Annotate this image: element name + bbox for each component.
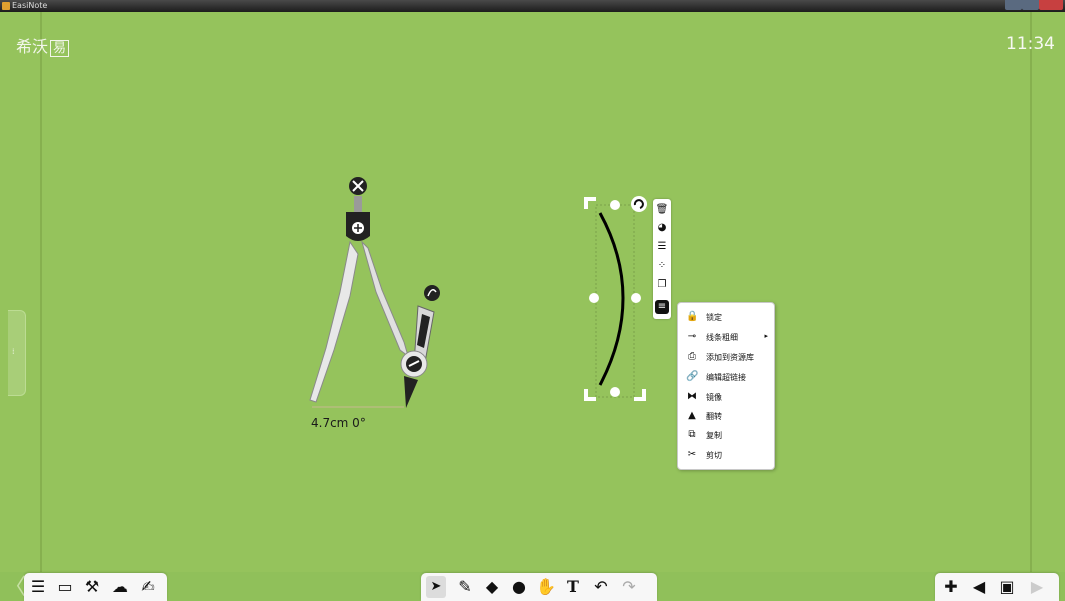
compass-move-icon[interactable] bbox=[352, 222, 364, 234]
compass-rotate-icon[interactable] bbox=[424, 285, 440, 301]
menu-item-copy[interactable]: ⧉ 复制 bbox=[678, 426, 774, 445]
clock: 11:34 bbox=[1006, 34, 1055, 54]
display-icon[interactable]: ▭ bbox=[55, 576, 75, 598]
menu-item-edit-hyperlink[interactable]: 🔗 编辑超链接 bbox=[678, 368, 774, 387]
dock-center: ➤ ✎ ◆ ● ✋ T ↶ ↷ bbox=[421, 573, 657, 601]
rotate-handle-icon[interactable] bbox=[631, 196, 647, 212]
menu-item-label: 复制 bbox=[706, 431, 722, 440]
grip-icon: ⁞ bbox=[12, 347, 15, 356]
arc-curve[interactable] bbox=[598, 212, 625, 386]
mirror-icon: ⧓ bbox=[687, 391, 697, 402]
text-icon[interactable]: T bbox=[563, 576, 583, 598]
whiteboard-canvas[interactable] bbox=[0, 12, 1065, 572]
menu-item-flip[interactable]: ▲ 翻转 bbox=[678, 407, 774, 426]
line-weight-icon: ⊸ bbox=[687, 331, 697, 342]
page-number-icon[interactable]: ▣ bbox=[997, 576, 1017, 598]
dock-right: ✚ ◀ ▣ ▶ bbox=[935, 573, 1059, 601]
menu-icon[interactable]: ☰ bbox=[28, 576, 48, 598]
compass-right-leg[interactable] bbox=[361, 240, 409, 358]
align-icon[interactable]: ☰ bbox=[655, 240, 669, 254]
pen-icon[interactable]: ✎ bbox=[455, 576, 475, 598]
menu-item-label: 添加到资源库 bbox=[706, 353, 754, 362]
selected-arc-shape[interactable] bbox=[582, 195, 650, 407]
add-page-icon[interactable]: ✚ bbox=[941, 576, 961, 598]
submenu-arrow-icon: ▸ bbox=[764, 332, 768, 340]
undo-icon[interactable]: ↶ bbox=[591, 576, 611, 598]
delete-icon[interactable]: 🗑 bbox=[655, 203, 669, 217]
minimize-button[interactable] bbox=[1005, 0, 1022, 10]
resize-handle-bottom-left[interactable] bbox=[584, 389, 596, 401]
compass-tool[interactable] bbox=[290, 172, 450, 412]
menu-item-label: 锁定 bbox=[706, 313, 722, 322]
maximize-button[interactable] bbox=[1022, 0, 1039, 10]
next-page-icon[interactable]: ▶ bbox=[1027, 576, 1047, 598]
menu-item-lock[interactable]: 🔒 锁定 bbox=[678, 308, 774, 327]
lock-icon: 🔒 bbox=[686, 311, 699, 322]
close-window-button[interactable] bbox=[1039, 0, 1063, 10]
cut-icon: ✂ bbox=[687, 449, 697, 460]
shape-icon[interactable]: ● bbox=[509, 576, 529, 598]
logo-text: 希沃 bbox=[16, 37, 49, 56]
menu-item-mirror[interactable]: ⧓ 镜像 bbox=[678, 388, 774, 407]
compass-swing-icon[interactable] bbox=[400, 350, 428, 378]
window-titlebar: EasiNote bbox=[0, 0, 1065, 12]
palette-icon[interactable]: ◕ bbox=[655, 221, 669, 235]
hand-icon[interactable]: ✋ bbox=[536, 576, 556, 598]
menu-item-label: 编辑超链接 bbox=[706, 373, 746, 382]
menu-item-label: 翻转 bbox=[706, 412, 722, 421]
resize-handle-left[interactable] bbox=[589, 293, 599, 303]
compass-pencil-tip bbox=[404, 376, 418, 408]
app-icon bbox=[2, 2, 10, 10]
window-title: EasiNote bbox=[12, 1, 48, 10]
compass-left-leg[interactable] bbox=[309, 240, 359, 403]
copy-icon: ⧉ bbox=[688, 429, 696, 440]
selection-box bbox=[595, 204, 635, 398]
resize-handle-top[interactable] bbox=[610, 200, 620, 210]
hyperlink-icon: 🔗 bbox=[686, 371, 699, 382]
menu-item-add-to-library[interactable]: ⎙ 添加到资源库 bbox=[678, 348, 774, 367]
compass-close-icon[interactable] bbox=[349, 177, 367, 195]
clone-icon[interactable]: ❐ bbox=[655, 278, 669, 292]
redo-icon[interactable]: ↷ bbox=[619, 576, 639, 598]
resize-handle-bottom-right[interactable] bbox=[634, 389, 646, 401]
compass-hinge bbox=[354, 196, 362, 212]
points-icon[interactable]: ⁘ bbox=[655, 259, 669, 273]
menu-item-label: 线条粗细 bbox=[706, 333, 738, 342]
brand-logo: 希沃易 bbox=[16, 33, 70, 57]
menu-item-cut[interactable]: ✂ 剪切 bbox=[678, 446, 774, 465]
eraser-icon[interactable]: ◆ bbox=[482, 576, 502, 598]
more-menu-icon[interactable]: ≡ bbox=[655, 300, 669, 314]
object-toolbar: 🗑 ◕ ☰ ⁘ ❐ ≡ bbox=[653, 199, 671, 319]
menu-item-line-weight[interactable]: ⊸ 线条粗细 ▸ bbox=[678, 328, 774, 347]
side-panel-handle[interactable]: ⁞ bbox=[8, 310, 26, 396]
menu-item-label: 剪切 bbox=[706, 451, 722, 460]
pointer-icon[interactable]: ➤ bbox=[426, 576, 446, 598]
context-menu: 🔒 锁定 ⊸ 线条粗细 ▸ ⎙ 添加到资源库 🔗 编辑超链接 ⧓ 镜像 ▲ 翻转… bbox=[677, 302, 775, 470]
left-margin-guide bbox=[40, 12, 42, 572]
dock-left: ☰ ▭ ⚒ ☁ ✍ bbox=[24, 573, 167, 601]
add-to-library-icon: ⎙ bbox=[688, 351, 696, 362]
cloud-courseware-icon[interactable]: ☁ bbox=[110, 576, 130, 598]
tools-icon[interactable]: ⚒ bbox=[82, 576, 102, 598]
resize-handle-bottom[interactable] bbox=[610, 387, 620, 397]
flip-icon: ▲ bbox=[688, 410, 696, 421]
dock-left-collapse-icon[interactable]: 〈 bbox=[4, 577, 26, 599]
compass-measurement: 4.7cm 0° bbox=[311, 416, 366, 430]
handwriting-icon[interactable]: ✍ bbox=[138, 576, 158, 598]
menu-item-label: 镜像 bbox=[706, 393, 722, 402]
resize-handle-right[interactable] bbox=[631, 293, 641, 303]
logo-boxed-text: 易 bbox=[50, 40, 70, 57]
resize-handle-top-left[interactable] bbox=[584, 197, 596, 209]
right-margin-guide bbox=[1030, 12, 1032, 572]
previous-page-icon[interactable]: ◀ bbox=[969, 576, 989, 598]
